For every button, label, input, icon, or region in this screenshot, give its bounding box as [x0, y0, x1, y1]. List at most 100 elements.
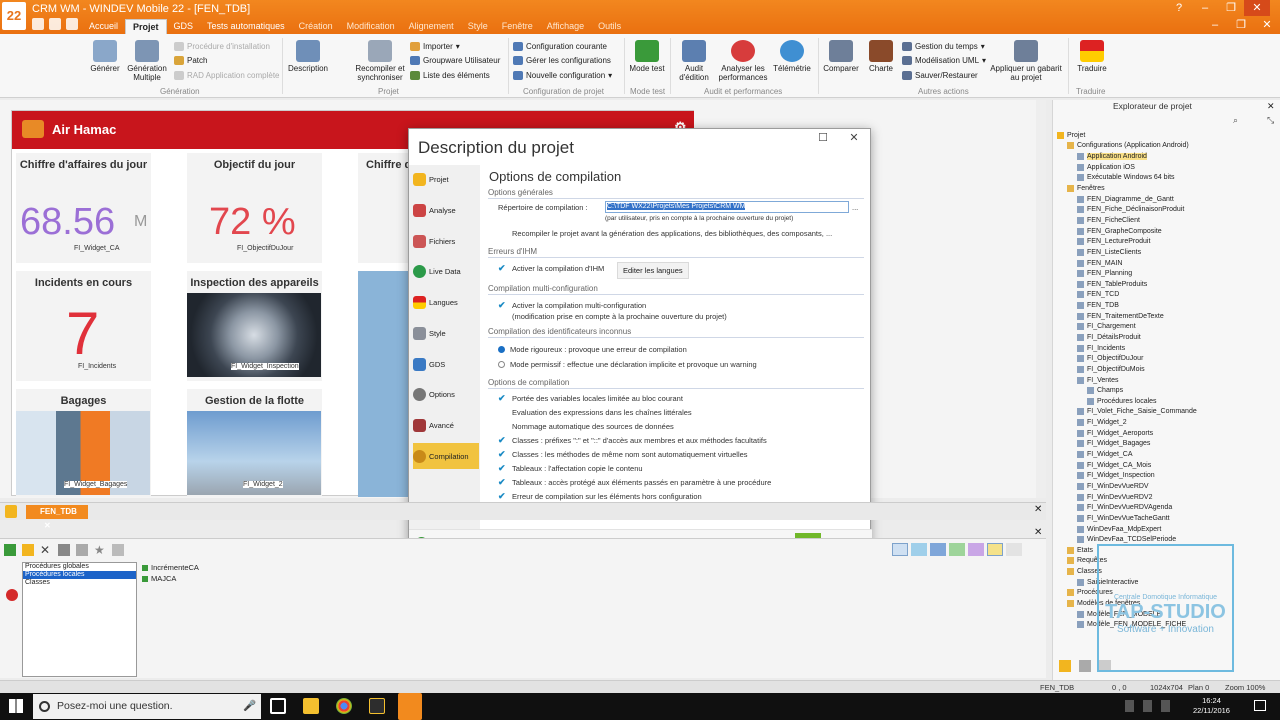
tree-item[interactable]: FEN_TraitementDeTexte — [1057, 311, 1197, 322]
compile-option[interactable]: ✔ Erreur de compilation sur les éléments … — [498, 492, 702, 502]
tree-item[interactable]: FEN_GrapheComposite — [1057, 226, 1197, 237]
comparer-button[interactable]: Comparer — [822, 40, 860, 73]
tab-projet[interactable]: Projet — [125, 19, 167, 34]
tree-item[interactable]: FI_WinDevVueRDVAgenda — [1057, 502, 1197, 513]
windev-icon[interactable] — [369, 698, 385, 714]
view-icon[interactable] — [112, 544, 124, 556]
tree-item[interactable]: FI_Widget_CA — [1057, 449, 1197, 460]
appliquer-gabarit-button[interactable]: Appliquer un gabarit au projet — [988, 40, 1064, 82]
compile-option-checkbox[interactable]: ✔ — [498, 394, 507, 403]
compile-option-checkbox[interactable] — [498, 422, 507, 431]
tab-accueil[interactable]: Accueil — [82, 19, 125, 34]
sauver-restaurer-button[interactable]: Sauver/Restaurer — [902, 71, 978, 80]
tree-item[interactable]: Exécutable Windows 64 bits — [1057, 173, 1197, 184]
tab-tests-automatiques[interactable]: Tests automatiques — [200, 19, 292, 34]
tree-item[interactable]: Configurations (Application Android) — [1057, 141, 1197, 152]
tree-item[interactable]: FEN_Diagramme_de_Gantt — [1057, 194, 1197, 205]
layout-icon[interactable] — [892, 543, 908, 556]
file-explorer-icon[interactable] — [303, 698, 319, 714]
microphone-icon[interactable]: 🎤 — [243, 694, 256, 719]
gestion-temps-button[interactable]: Gestion du temps ▾ — [902, 42, 985, 51]
list-item[interactable]: MAJCA — [142, 574, 199, 583]
cortana-search[interactable]: Posez-moi une question. 🎤 — [33, 694, 261, 719]
sidebar-item-langues[interactable]: Langues — [413, 289, 479, 315]
sidebar-item-projet[interactable]: Projet — [413, 166, 479, 192]
tab-alignement[interactable]: Alignement — [402, 19, 461, 34]
compile-option-checkbox[interactable]: ✔ — [498, 478, 507, 487]
compile-option[interactable]: ✔ Tableaux : accès protégé aux éléments p… — [498, 478, 771, 488]
rad-button[interactable]: RAD Application complète — [174, 71, 280, 80]
tree-item[interactable]: FEN_ListeClients — [1057, 247, 1197, 258]
multi-option[interactable]: ✔ Activer la compilation multi-configurat… — [498, 301, 646, 311]
layout-icon[interactable] — [1006, 543, 1022, 556]
minimize-button[interactable]: – — [1192, 0, 1218, 16]
tab-modification[interactable]: Modification — [340, 19, 402, 34]
close-icon[interactable]: ✕ — [847, 131, 861, 144]
tree-item[interactable]: FI_WinDevVueRDV — [1057, 481, 1197, 492]
add-icon[interactable] — [4, 544, 16, 556]
layout-icon[interactable] — [930, 543, 946, 556]
doc-close-button[interactable]: ✕ — [1254, 17, 1280, 33]
importer-button[interactable]: Importer ▾ — [410, 42, 460, 51]
nouvelle-config-button[interactable]: Nouvelle configuration ▾ — [513, 71, 612, 80]
windev-logo[interactable]: 22 — [2, 2, 26, 30]
radio-strict-option[interactable]: Mode rigoureux : provoque une erreur de … — [498, 345, 687, 354]
star-icon[interactable]: ★ — [94, 544, 106, 556]
tree-item[interactable]: FI_ObjectifDuJour — [1057, 353, 1197, 364]
close-icon[interactable]: ✕ — [1034, 504, 1042, 515]
config-courante-button[interactable]: Configuration courante — [513, 42, 607, 51]
browse-button[interactable]: ... — [852, 203, 858, 212]
tree-item[interactable]: Projet — [1057, 130, 1197, 141]
tree-item[interactable]: Champs — [1057, 385, 1197, 396]
save-icon[interactable] — [66, 18, 78, 30]
tree-item[interactable]: FEN_TDB — [1057, 300, 1197, 311]
help-icon[interactable]: ? — [1166, 0, 1192, 16]
telemetrie-button[interactable]: Télémétrie — [772, 40, 812, 73]
collapse-icon[interactable]: ⤡ — [1267, 115, 1274, 126]
tab-gds[interactable]: GDS — [167, 19, 201, 34]
tree-item[interactable]: Procédures locales — [1057, 396, 1197, 407]
compile-option-checkbox[interactable]: ✔ — [498, 492, 507, 501]
tab-fen-tdb[interactable]: FEN_TDB ✕ — [26, 505, 88, 530]
windev-mobile-icon[interactable] — [398, 693, 422, 720]
tile-flotte[interactable]: Gestion de la flotte FI_Widget_2 — [187, 389, 322, 497]
tree-item[interactable]: FI_ObjectifDuMois — [1057, 364, 1197, 375]
compile-option[interactable]: ✔ Classes : les méthodes de même nom sont… — [498, 450, 748, 460]
doc-minimize-button[interactable]: – — [1202, 17, 1228, 33]
new-procedure-icon[interactable] — [22, 544, 34, 556]
edit-languages-button[interactable]: Editer les langues — [617, 262, 689, 279]
tree-item[interactable]: FEN_TableProduits — [1057, 279, 1197, 290]
multi-checkbox[interactable]: ✔ — [498, 301, 507, 310]
layout-icon[interactable] — [949, 543, 965, 556]
analyser-performances-button[interactable]: Analyser les performances — [716, 40, 770, 82]
project-icon[interactable] — [5, 505, 17, 518]
close-icon[interactable]: ✕ — [1034, 527, 1042, 538]
tree-item[interactable]: FEN_LectureProduit — [1057, 236, 1197, 247]
audit-edition-button[interactable]: Audit d'édition — [674, 40, 714, 82]
tile-incidents[interactable]: Incidents en cours 7 FI_Incidents — [16, 271, 151, 381]
patch-button[interactable]: Patch — [174, 56, 207, 65]
tree-item[interactable]: FI_Volet_Fiche_Saisie_Commande — [1057, 407, 1197, 418]
sidebar-item-gds[interactable]: GDS — [413, 351, 479, 377]
project-icon[interactable] — [1059, 660, 1071, 672]
tile-bagages[interactable]: Bagages FI_Widget_Bagages — [16, 389, 151, 497]
notification-icon[interactable] — [1254, 700, 1266, 711]
tree-item[interactable]: FI_Widget_Inspection — [1057, 471, 1197, 482]
tree-item[interactable]: Application iOS — [1057, 162, 1197, 173]
tab-style[interactable]: Style — [461, 19, 495, 34]
tab-outils[interactable]: Outils — [591, 19, 628, 34]
recompile-option[interactable]: Recompiler le projet avant la génération… — [498, 229, 832, 238]
tile-partial[interactable]: Chiffre d' — [358, 153, 414, 263]
recompile-checkbox[interactable] — [498, 229, 507, 238]
grid-icon[interactable] — [1079, 660, 1091, 672]
close-icon[interactable]: ✕ — [44, 521, 51, 530]
tree-item[interactable]: FI_Ventes — [1057, 375, 1197, 386]
mode-test-button[interactable]: Mode test — [628, 40, 666, 73]
list-item[interactable]: Classes — [23, 579, 136, 587]
tree-item[interactable]: FI_DétailsProduit — [1057, 332, 1197, 343]
sidebar-item-avance[interactable]: Avancé — [413, 412, 479, 438]
tree-item[interactable]: FI_Widget_Bagages — [1057, 439, 1197, 450]
tree-item[interactable]: FI_WinDevVueTacheGantt — [1057, 513, 1197, 524]
tile-inspection[interactable]: Inspection des appareils FI_Widget_Inspe… — [187, 271, 322, 381]
radio-strict[interactable] — [498, 346, 505, 353]
